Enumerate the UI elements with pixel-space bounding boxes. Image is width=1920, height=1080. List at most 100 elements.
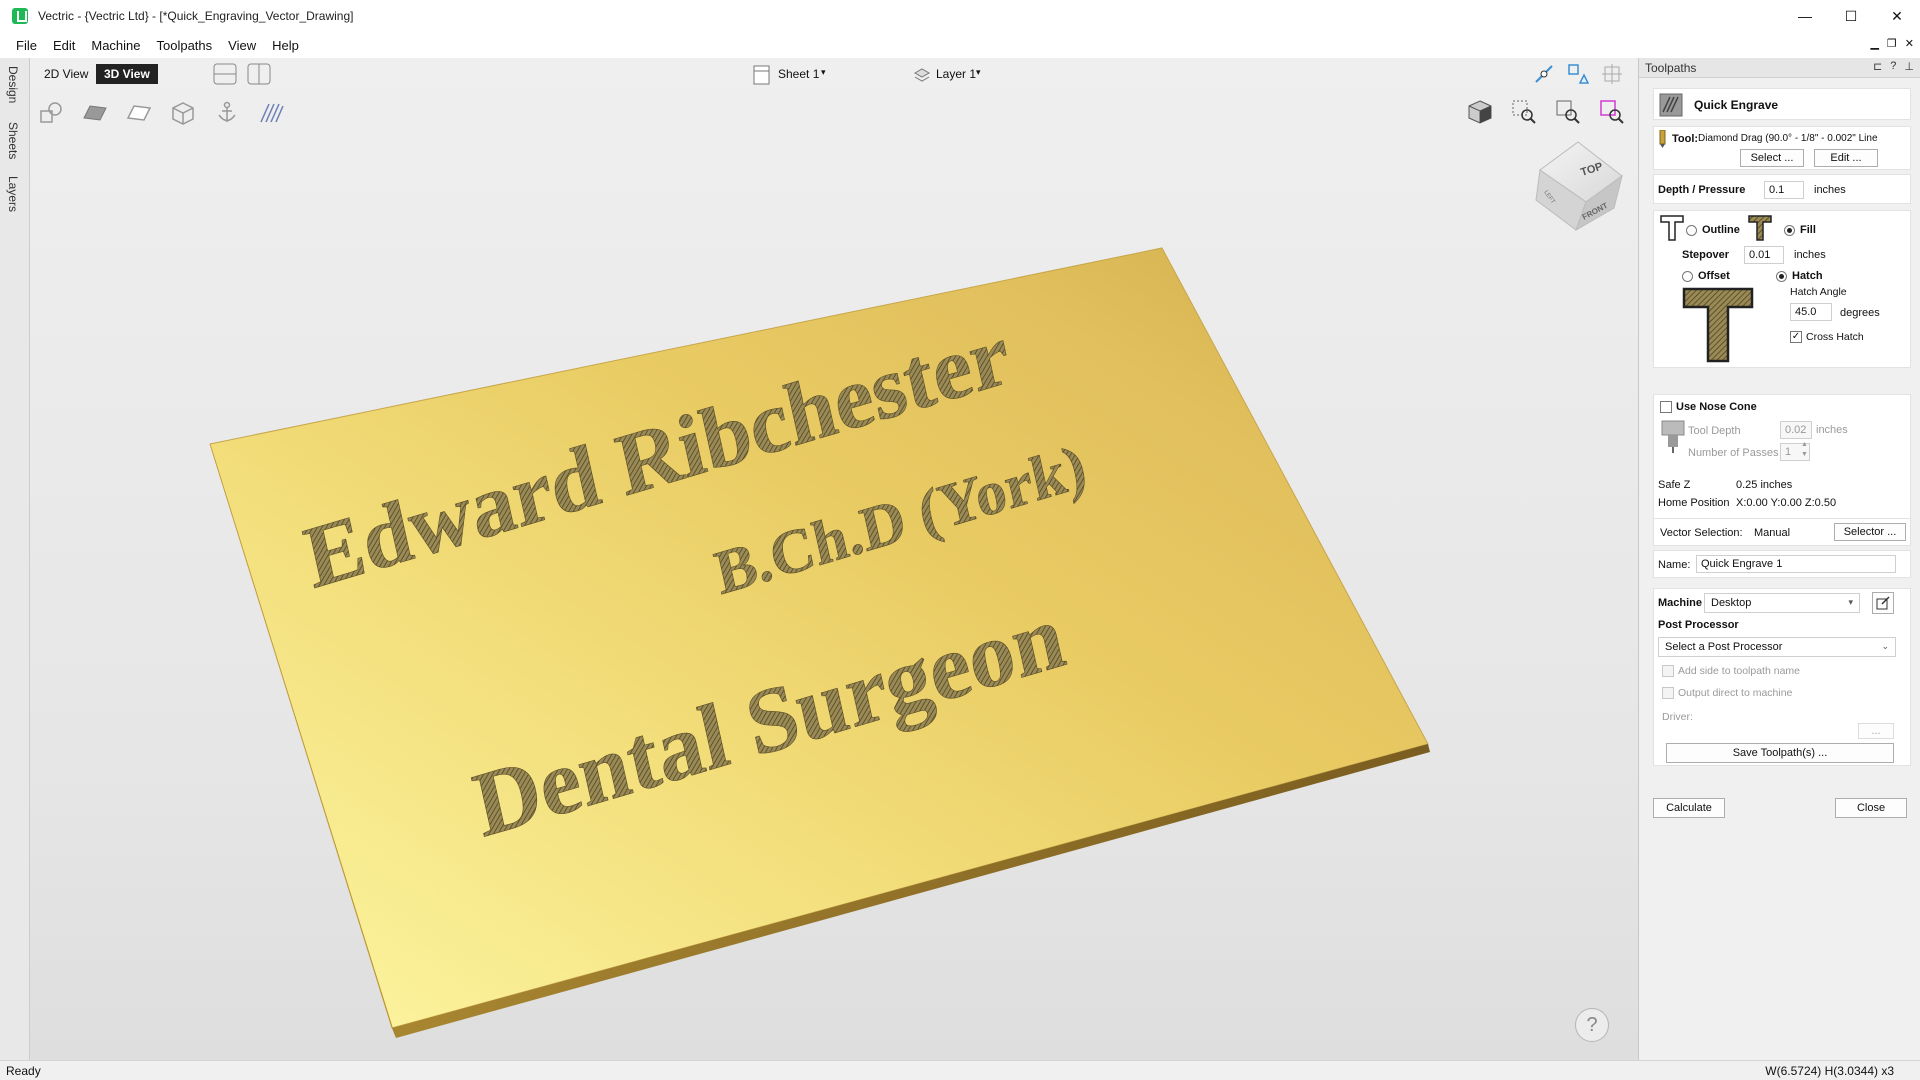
quick-engrave-icon xyxy=(1658,92,1684,118)
status-bar: Ready W(6.5724) H(3.0344) x3 xyxy=(0,1060,1920,1080)
calculate-button[interactable]: Calculate xyxy=(1653,798,1725,818)
tool-depth-label: Tool Depth xyxy=(1688,425,1741,437)
window-title: Vectric - {Vectric Ltd} - [*Quick_Engrav… xyxy=(38,9,354,23)
left-tab-strip: Design Sheets Layers xyxy=(0,58,30,1063)
menu-edit[interactable]: Edit xyxy=(45,34,83,57)
outline-radio[interactable] xyxy=(1686,225,1697,236)
name-label: Name: xyxy=(1658,559,1691,571)
fill-label: Fill xyxy=(1800,224,1816,236)
3d-viewport[interactable]: 2D View 3D View Sheet 1 ▾ Layer 1 ▾ TOP … xyxy=(30,58,1638,1060)
toolpath-name-input[interactable]: Quick Engrave 1 xyxy=(1696,555,1896,573)
menu-file[interactable]: File xyxy=(8,34,45,57)
maximize-button[interactable]: ☐ xyxy=(1828,0,1874,32)
post-processor-select[interactable]: Select a Post Processor ⌄ xyxy=(1658,637,1896,657)
tool-depth-input[interactable]: 0.02 xyxy=(1780,421,1812,439)
tool-label: Tool: xyxy=(1672,133,1699,145)
panel-header: Toolpaths ⊏ ? ⊥ xyxy=(1639,58,1920,78)
cross-hatch-checkbox[interactable]: ✓ xyxy=(1790,331,1802,343)
depth-label: Depth / Pressure xyxy=(1658,184,1746,196)
menu-toolpaths[interactable]: Toolpaths xyxy=(149,34,221,57)
machine-edit-icon[interactable] xyxy=(1872,592,1894,614)
panel-title: Quick Engrave xyxy=(1694,98,1779,112)
safe-z-label: Safe Z xyxy=(1658,479,1691,491)
passes-label: Number of Passes xyxy=(1688,447,1779,459)
quick-engrave-title-section: Quick Engrave xyxy=(1653,88,1911,120)
nose-cone-checkbox[interactable] xyxy=(1660,401,1672,413)
fill-section: Outline Fill Stepover 0.01 inches Offset… xyxy=(1653,210,1911,368)
add-side-checkbox[interactable] xyxy=(1662,665,1674,677)
nose-cone-icon xyxy=(1661,420,1685,453)
fill-radio[interactable] xyxy=(1784,225,1795,236)
machine-caret-icon: ▾ xyxy=(1848,597,1853,607)
machine-select-value: Desktop xyxy=(1711,597,1752,609)
depth-input[interactable]: 0.1 xyxy=(1764,181,1804,199)
menu-view[interactable]: View xyxy=(220,34,264,57)
dock-icon[interactable]: ⊏ xyxy=(1873,60,1882,73)
panel-help-icon[interactable]: ? xyxy=(1890,60,1896,73)
offset-radio[interactable] xyxy=(1682,271,1693,282)
panel-close-button[interactable]: Close xyxy=(1835,798,1907,818)
panel-header-title: Toolpaths xyxy=(1645,60,1697,75)
outline-t-icon xyxy=(1660,215,1684,241)
minimize-button[interactable]: — xyxy=(1782,0,1828,32)
tool-edit-button[interactable]: Edit ... xyxy=(1814,149,1878,167)
driver-label: Driver: xyxy=(1662,711,1693,723)
mdi-restore-icon[interactable]: ❐ xyxy=(1887,37,1897,50)
tool-value: Diamond Drag (90.0° - 1/8" - 0.002" Line xyxy=(1698,133,1878,144)
driver-browse-button[interactable]: ... xyxy=(1858,723,1894,739)
post-processor-placeholder: Select a Post Processor xyxy=(1665,641,1783,653)
fill-t-icon xyxy=(1748,215,1772,241)
tool-select-button[interactable]: Select ... xyxy=(1740,149,1804,167)
hatch-angle-unit: degrees xyxy=(1840,307,1880,319)
machine-label: Machine xyxy=(1658,597,1703,609)
pin-icon[interactable]: ⊥ xyxy=(1904,60,1914,73)
machine-select[interactable]: Desktop ▾ xyxy=(1704,593,1860,613)
post-processor-label: Post Processor xyxy=(1658,619,1739,631)
nose-cone-section: Use Nose Cone Tool Depth 0.02 inches Num… xyxy=(1653,394,1911,526)
tool-depth-unit: inches xyxy=(1816,424,1848,436)
save-toolpath-button[interactable]: Save Toolpath(s) ... xyxy=(1666,743,1894,763)
depth-unit: inches xyxy=(1814,184,1846,196)
cross-hatch-label: Cross Hatch xyxy=(1806,331,1864,343)
output-direct-label: Output direct to machine xyxy=(1678,687,1793,699)
tool-bit-icon xyxy=(1658,130,1668,148)
safe-z-value: 0.25 inches xyxy=(1736,479,1793,491)
add-side-label: Add side to toolpath name xyxy=(1678,665,1801,677)
window-controls: — ☐ ✕ xyxy=(1782,0,1920,32)
menu-machine[interactable]: Machine xyxy=(83,34,148,57)
hatch-angle-input[interactable]: 45.0 xyxy=(1790,303,1832,321)
close-button[interactable]: ✕ xyxy=(1874,0,1920,32)
tab-design[interactable]: Design xyxy=(6,66,20,103)
title-bar: Vectric - {Vectric Ltd} - [*Quick_Engrav… xyxy=(0,0,1920,32)
hatch-label: Hatch xyxy=(1792,270,1823,282)
stepover-input[interactable]: 0.01 xyxy=(1744,246,1784,264)
tab-sheets[interactable]: Sheets xyxy=(6,122,20,159)
depth-section: Depth / Pressure 0.1 inches xyxy=(1653,174,1911,204)
hatch-radio[interactable] xyxy=(1776,271,1787,282)
help-button[interactable]: ? xyxy=(1575,1008,1609,1042)
vector-selection-label: Vector Selection: xyxy=(1660,527,1743,539)
offset-label: Offset xyxy=(1698,270,1730,282)
hatch-angle-label: Hatch Angle xyxy=(1790,286,1847,298)
outline-label: Outline xyxy=(1702,224,1740,236)
tab-layers[interactable]: Layers xyxy=(6,176,20,212)
menu-help[interactable]: Help xyxy=(264,34,307,57)
toolpaths-panel: Toolpaths ⊏ ? ⊥ Quick Engrave Tool: Diam… xyxy=(1638,58,1920,1063)
stepover-unit: inches xyxy=(1794,249,1826,261)
status-text: Ready xyxy=(6,1064,41,1078)
output-direct-checkbox[interactable] xyxy=(1662,687,1674,699)
menu-bar: File Edit Machine Toolpaths View Help ▁ … xyxy=(0,32,1920,58)
engraving-plaque-view: Edward Ribchester B.Ch.D (York) Dental S… xyxy=(209,247,1430,1038)
status-dimensions: W(6.5724) H(3.0344) x3 xyxy=(1765,1064,1894,1078)
app-icon xyxy=(12,8,28,24)
nose-cone-label: Use Nose Cone xyxy=(1676,401,1757,413)
post-caret-icon: ⌄ xyxy=(1881,641,1889,651)
vector-selection-section: Vector Selection: Manual Selector ... xyxy=(1653,518,1911,546)
mdi-close-icon[interactable]: ✕ xyxy=(1905,37,1914,50)
mdi-minimize-icon[interactable]: ▁ xyxy=(1870,37,1878,50)
selector-button[interactable]: Selector ... xyxy=(1834,523,1906,541)
mdi-controls: ▁ ❐ ✕ xyxy=(1870,37,1914,50)
passes-up-icon[interactable]: ▲ xyxy=(1801,441,1808,448)
name-section: Name: Quick Engrave 1 xyxy=(1653,550,1911,578)
passes-down-icon[interactable]: ▼ xyxy=(1801,451,1808,458)
